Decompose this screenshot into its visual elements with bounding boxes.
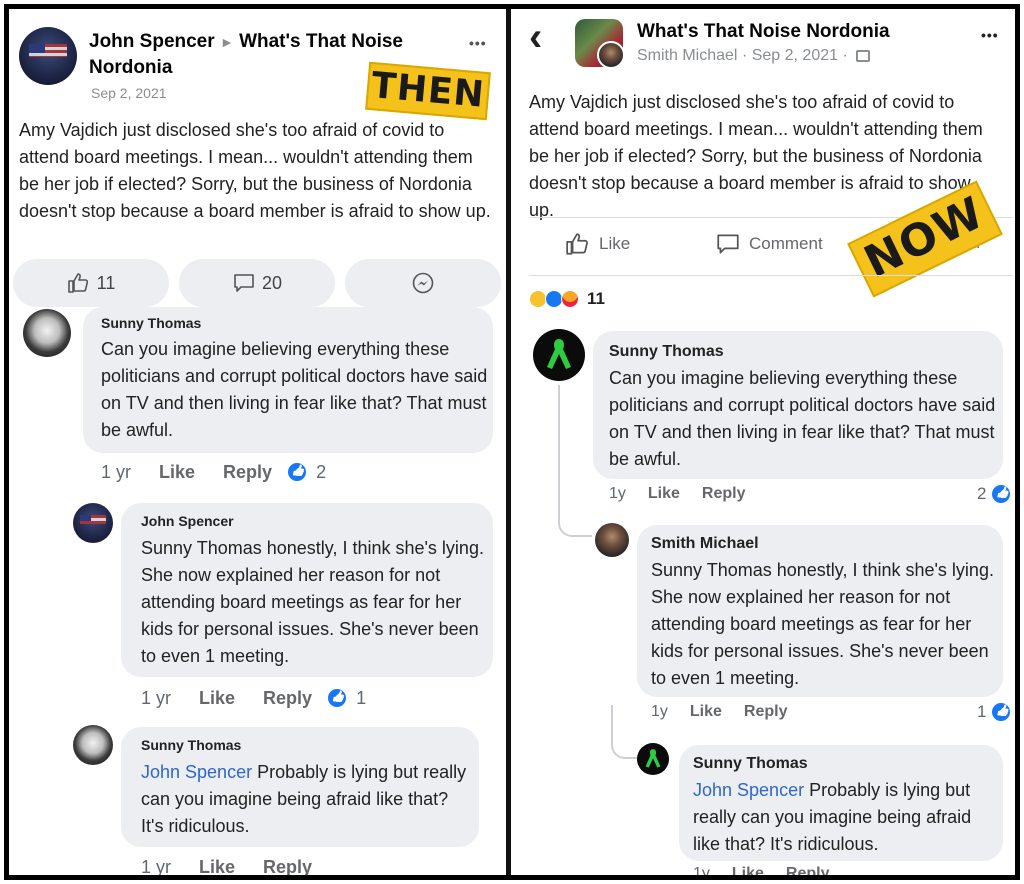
comment-reactions: 2 xyxy=(977,483,1013,505)
comment-author[interactable]: Sunny Thomas xyxy=(609,343,724,361)
comment-time: 1y xyxy=(693,865,710,875)
comment-meta: 1y Like Reply xyxy=(609,485,768,503)
comment-text: Can you imagine believing everything the… xyxy=(609,368,996,469)
comment-reactions: 1 xyxy=(977,701,1013,723)
reaction-count: 2 xyxy=(316,461,327,482)
thread-line xyxy=(611,705,637,759)
comment-count-button[interactable]: 20 xyxy=(179,259,335,307)
post-group-name[interactable]: What's That Noise Nordonia xyxy=(637,19,890,45)
reaction-count: 11 xyxy=(587,289,605,308)
comment-time: 1 yr xyxy=(141,687,172,708)
post-meta: Smith Michael · Sep 2, 2021 · xyxy=(637,47,871,65)
comment-meta: 1y Like Reply xyxy=(651,703,810,721)
privacy-icon xyxy=(856,49,871,62)
mention-link[interactable]: John Spencer xyxy=(141,762,252,782)
like-reaction-icon xyxy=(990,483,1013,505)
comment-meta: 1y Like Reply xyxy=(693,865,852,875)
comment-icon xyxy=(717,234,739,254)
comment-like-button[interactable]: Like xyxy=(690,703,722,721)
comment-count: 20 xyxy=(261,272,283,293)
messenger-icon xyxy=(412,272,434,294)
care-reaction-icon xyxy=(561,290,579,308)
comment-icon xyxy=(234,274,254,292)
john-spencer-avatar[interactable] xyxy=(73,503,113,543)
back-arrow-icon[interactable]: ‹ xyxy=(529,17,542,57)
comment-reply-button[interactable]: Reply xyxy=(786,865,830,875)
arrow-right-icon: ► xyxy=(219,34,234,50)
post-date: Sep 2, 2021 xyxy=(91,85,167,101)
sunny-thomas-avatar[interactable] xyxy=(23,309,71,357)
post-author-name[interactable]: Smith Michael xyxy=(637,47,737,64)
comment-author[interactable]: John Spencer xyxy=(141,513,234,529)
post-text: Amy Vajdich just disclosed she's too afr… xyxy=(19,120,491,221)
more-options-icon[interactable]: ••• xyxy=(981,27,999,43)
like-button[interactable]: Like xyxy=(565,231,630,257)
comment-text: Sunny Thomas honestly, I think she's lyi… xyxy=(651,560,994,688)
sunny-thomas-avatar[interactable] xyxy=(637,743,669,775)
comment-button[interactable]: Comment xyxy=(715,231,823,257)
comment-text: Sunny Thomas honestly, I think she's lyi… xyxy=(141,538,484,666)
ribbon-icon xyxy=(645,749,661,768)
post-author-name[interactable]: John Spencer xyxy=(89,31,215,52)
like-count: 11 xyxy=(96,272,116,293)
comment-time: 1 yr xyxy=(101,461,132,482)
smith-michael-avatar[interactable] xyxy=(597,41,625,69)
comment-author[interactable]: Sunny Thomas xyxy=(141,737,241,753)
sunny-thomas-avatar[interactable] xyxy=(73,725,113,765)
reaction-count: 2 xyxy=(977,484,987,503)
like-label: Like xyxy=(599,234,631,253)
reaction-summary: 11 xyxy=(529,289,605,309)
messenger-share-button[interactable] xyxy=(345,259,501,307)
post-date: Sep 2, 2021 · xyxy=(751,47,848,64)
comment-time: 1y xyxy=(609,485,626,502)
separator xyxy=(529,275,1013,276)
comment-time: 1y xyxy=(651,703,668,720)
comment-author[interactable]: Smith Michael xyxy=(651,535,759,553)
comment-time: 1 yr xyxy=(141,857,172,875)
comment-reply-button[interactable]: Reply xyxy=(223,462,272,483)
reaction-count: 1 xyxy=(977,702,987,721)
comment-like-button[interactable]: Like xyxy=(199,688,235,709)
mention-link[interactable]: John Spencer xyxy=(693,780,804,800)
comment-meta: 1 yr Like Reply xyxy=(141,857,340,875)
comment-text: Can you imagine believing everything the… xyxy=(101,339,488,440)
comment-text: John Spencer Probably is lying but reall… xyxy=(141,759,471,840)
then-stamp: THEN xyxy=(365,61,491,121)
comment-label: Comment xyxy=(749,234,823,253)
more-options-icon[interactable]: ••• xyxy=(469,35,487,51)
thumbs-up-icon xyxy=(566,233,588,255)
like-count-button[interactable]: 11 xyxy=(13,259,169,307)
comment-like-button[interactable]: Like xyxy=(732,865,764,875)
comment-like-button[interactable]: Like xyxy=(159,462,195,483)
comment-reply-button[interactable]: Reply xyxy=(744,703,788,721)
like-reaction-icon xyxy=(286,461,309,483)
now-panel: ‹ What's That Noise Nordonia Smith Micha… xyxy=(511,9,1015,875)
comment-author[interactable]: Sunny Thomas xyxy=(693,755,808,773)
ribbon-icon xyxy=(547,339,571,369)
comment-reply-button[interactable]: Reply xyxy=(263,688,312,709)
like-reaction-icon xyxy=(990,701,1013,723)
reaction-count: 1 xyxy=(356,687,367,708)
comment-like-button[interactable]: Like xyxy=(648,485,680,503)
thumbs-up-icon xyxy=(67,273,88,293)
john-spencer-avatar[interactable] xyxy=(19,27,77,85)
comment-meta: 1 yr Like Reply 1 xyxy=(141,687,394,709)
smith-michael-avatar[interactable] xyxy=(595,523,629,557)
comment-like-button[interactable]: Like xyxy=(199,857,235,875)
then-panel: John Spencer ► What's That Noise Nordoni… xyxy=(9,9,506,875)
thread-line xyxy=(558,385,592,537)
sunny-thomas-avatar[interactable] xyxy=(533,329,585,381)
comment-meta: 1 yr Like Reply 2 xyxy=(101,461,354,483)
comment-text: John Spencer Probably is lying but reall… xyxy=(693,777,999,858)
comment-reply-button[interactable]: Reply xyxy=(263,857,312,875)
comment-author[interactable]: Sunny Thomas xyxy=(101,315,201,331)
like-reaction-icon xyxy=(326,687,349,709)
comparison-frame: John Spencer ► What's That Noise Nordoni… xyxy=(4,4,1020,880)
comment-reply-button[interactable]: Reply xyxy=(702,485,746,503)
